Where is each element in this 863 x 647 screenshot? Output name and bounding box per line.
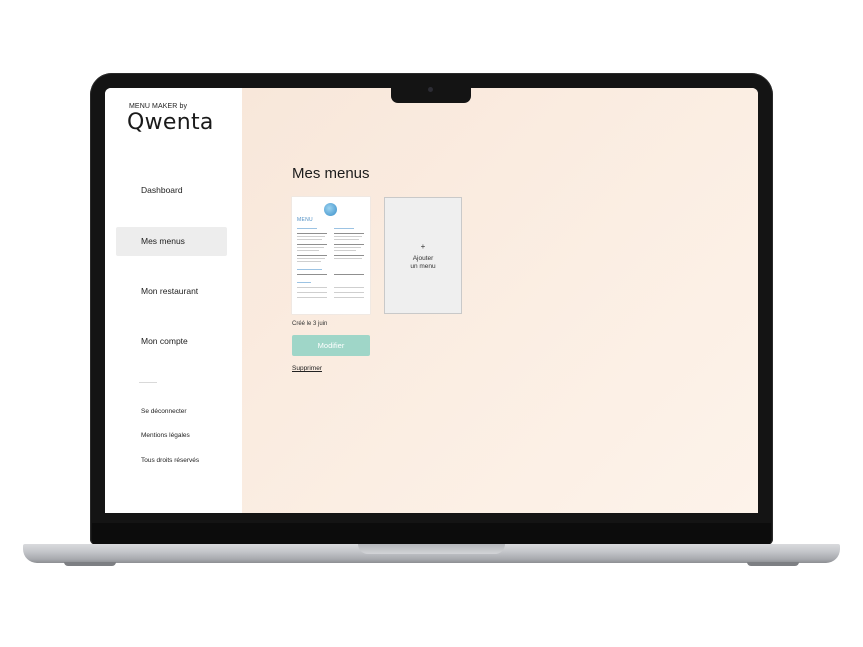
laptop-screen: MENU MAKER by Qwenta Dashboard Mes menus… bbox=[105, 88, 758, 513]
menu-item-line bbox=[297, 292, 327, 293]
menu-desc-line bbox=[297, 261, 321, 262]
sidebar-item-mon-compte[interactable]: Mon compte bbox=[116, 327, 227, 356]
sidebar: MENU MAKER by Qwenta Dashboard Mes menus… bbox=[105, 88, 242, 513]
plus-icon: + bbox=[420, 242, 426, 251]
menu-item-line bbox=[334, 274, 364, 275]
logout-link[interactable]: Se déconnecter bbox=[141, 408, 187, 415]
edit-menu-button[interactable]: Modifier bbox=[292, 335, 370, 356]
menu-item-line bbox=[297, 233, 327, 234]
add-menu-label-line2: un menu bbox=[410, 263, 436, 270]
sidebar-divider bbox=[139, 382, 157, 383]
menu-desc-line bbox=[297, 239, 322, 240]
laptop-foot-left bbox=[64, 562, 116, 566]
menu-item-line bbox=[334, 244, 364, 245]
menu-created-date: Créé le 3 juin bbox=[292, 321, 328, 327]
laptop-foot-right bbox=[747, 562, 799, 566]
menu-desc-line bbox=[334, 258, 362, 259]
add-menu-label-line1: Ajouter bbox=[412, 255, 434, 262]
menu-section-line bbox=[297, 282, 311, 283]
sidebar-item-mes-menus[interactable]: Mes menus bbox=[116, 227, 227, 256]
sidebar-item-mon-restaurant[interactable]: Mon restaurant bbox=[116, 277, 227, 306]
menu-item-line bbox=[334, 297, 364, 298]
menu-item-line bbox=[334, 292, 364, 293]
menu-item-line bbox=[297, 297, 327, 298]
menu-item-line bbox=[334, 287, 364, 288]
menu-desc-line bbox=[297, 250, 319, 251]
menu-desc-line bbox=[297, 236, 325, 237]
menu-heading: MENU bbox=[297, 217, 313, 223]
menu-item-line bbox=[334, 255, 364, 256]
menu-section-line bbox=[297, 228, 317, 229]
menu-section-line bbox=[297, 269, 322, 270]
camera-icon bbox=[428, 87, 433, 92]
main-content: Mes menus MENU + Ajouter un menu Créé le… bbox=[242, 88, 758, 513]
add-menu-label: Ajouter un menu bbox=[395, 255, 451, 271]
brand-logo: Qwenta bbox=[127, 110, 214, 135]
menu-item-line bbox=[334, 233, 364, 234]
legal-mentions-link[interactable]: Mentions légales bbox=[141, 432, 190, 439]
brand-tagline: MENU MAKER by bbox=[129, 103, 188, 110]
laptop-base-notch bbox=[358, 544, 505, 554]
menu-desc-line bbox=[297, 258, 325, 259]
menu-card-thumbnail[interactable]: MENU bbox=[292, 197, 370, 314]
rights-reserved-link[interactable]: Tous droits réservés bbox=[141, 457, 199, 464]
laptop-bottom-bezel bbox=[92, 523, 771, 545]
delete-menu-link[interactable]: Supprimer bbox=[292, 365, 322, 372]
menu-item-line bbox=[297, 244, 327, 245]
menu-section-line bbox=[334, 228, 354, 229]
menu-desc-line bbox=[334, 239, 359, 240]
menu-item-line bbox=[297, 287, 327, 288]
menu-desc-line bbox=[334, 247, 361, 248]
page-title: Mes menus bbox=[292, 165, 370, 182]
menu-desc-line bbox=[334, 236, 362, 237]
restaurant-logo-icon bbox=[324, 203, 337, 216]
menu-item-line bbox=[297, 255, 327, 256]
menu-desc-line bbox=[297, 247, 324, 248]
sidebar-item-dashboard[interactable]: Dashboard bbox=[116, 176, 227, 205]
menu-item-line bbox=[297, 274, 327, 275]
add-menu-card[interactable]: + Ajouter un menu bbox=[384, 197, 462, 314]
menu-desc-line bbox=[334, 250, 356, 251]
